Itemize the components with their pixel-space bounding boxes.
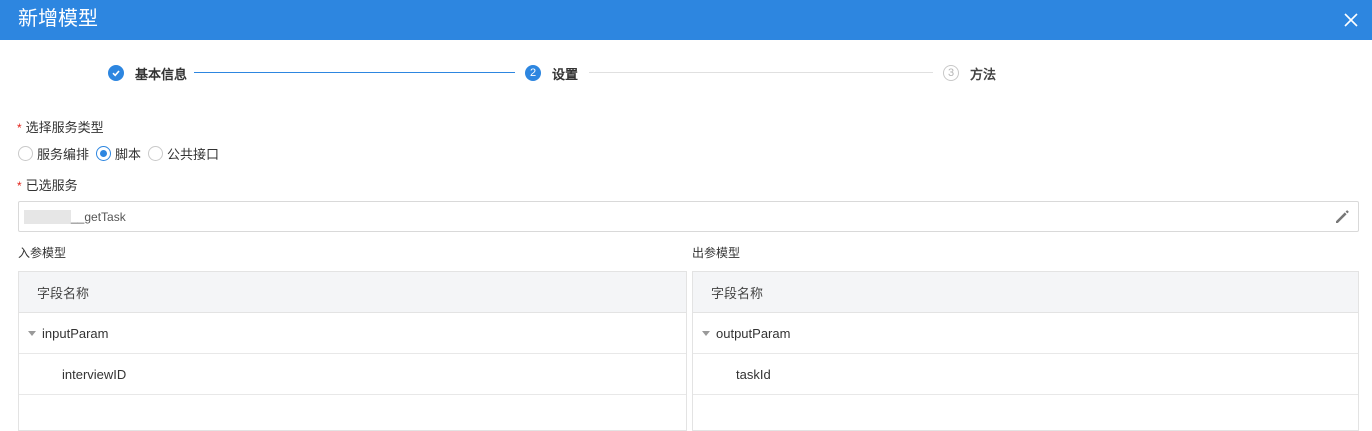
caret-down-icon[interactable] <box>702 330 710 336</box>
radio-label: 脚本 <box>115 146 142 162</box>
radio-circle-selected[interactable] <box>96 145 112 161</box>
table-row: inputParam <box>19 313 686 354</box>
selected-service-field[interactable]: __getTask <box>18 201 1359 232</box>
column-header-field-name: 字段名称 <box>711 285 764 301</box>
radio-circle[interactable] <box>148 145 164 161</box>
radio-public-interface[interactable]: 公共接口 <box>148 144 219 163</box>
output-model-table: 字段名称 outputParam taskId <box>692 271 1359 431</box>
selected-service-label: * 已选服务 <box>17 175 78 194</box>
service-type-label-text: 选择服务类型 <box>25 120 104 135</box>
field-name: interviewID <box>62 366 127 382</box>
close-icon[interactable] <box>1340 9 1362 31</box>
step-connector-pending <box>589 72 933 73</box>
radio-orchestration[interactable]: 服务编排 <box>18 144 89 163</box>
service-type-label: * 选择服务类型 <box>17 117 104 136</box>
radio-circle[interactable] <box>18 145 33 161</box>
input-model-title: 入参模型 <box>18 246 67 260</box>
column-header-field-name: 字段名称 <box>37 285 90 301</box>
table-header: 字段名称 <box>693 272 1358 313</box>
step-basic-info[interactable]: 基本信息 <box>108 58 187 88</box>
table-row: taskId <box>693 354 1358 395</box>
input-model-table: 字段名称 inputParam interviewID <box>18 271 687 431</box>
redacted-text <box>24 210 71 224</box>
selected-service-value: __getTask <box>71 210 126 224</box>
selected-service-label-text: 已选服务 <box>25 178 78 193</box>
step-label: 方法 <box>970 66 997 82</box>
step-number: 2 <box>525 65 541 81</box>
radio-script[interactable]: 脚本 <box>96 144 141 163</box>
step-label: 设置 <box>552 66 579 82</box>
dialog-title: 新增模型 <box>18 8 98 30</box>
field-name: inputParam <box>42 325 109 341</box>
field-name: taskId <box>736 366 771 382</box>
required-mark: * <box>17 179 22 193</box>
dialog-header: 新增模型 <box>0 0 1372 40</box>
radio-label: 公共接口 <box>167 146 220 162</box>
table-row: outputParam <box>693 313 1358 354</box>
table-row: interviewID <box>19 354 686 395</box>
step-progress: 基本信息 2 设置 3 方法 <box>0 58 1372 88</box>
table-header: 字段名称 <box>19 272 686 313</box>
step-settings[interactable]: 2 设置 <box>525 58 578 88</box>
pencil-icon[interactable] <box>1333 208 1351 226</box>
step-connector-completed <box>194 72 515 73</box>
step-number: 3 <box>943 65 959 81</box>
service-type-radio-group: 服务编排 脚本 公共接口 <box>18 144 226 162</box>
field-name: outputParam <box>716 325 791 341</box>
required-mark: * <box>17 121 22 135</box>
step-methods[interactable]: 3 方法 <box>943 58 996 88</box>
check-icon <box>108 65 124 81</box>
radio-label: 服务编排 <box>37 146 90 162</box>
step-label: 基本信息 <box>135 66 188 82</box>
caret-down-icon[interactable] <box>28 330 36 336</box>
output-model-title: 出参模型 <box>692 246 741 260</box>
